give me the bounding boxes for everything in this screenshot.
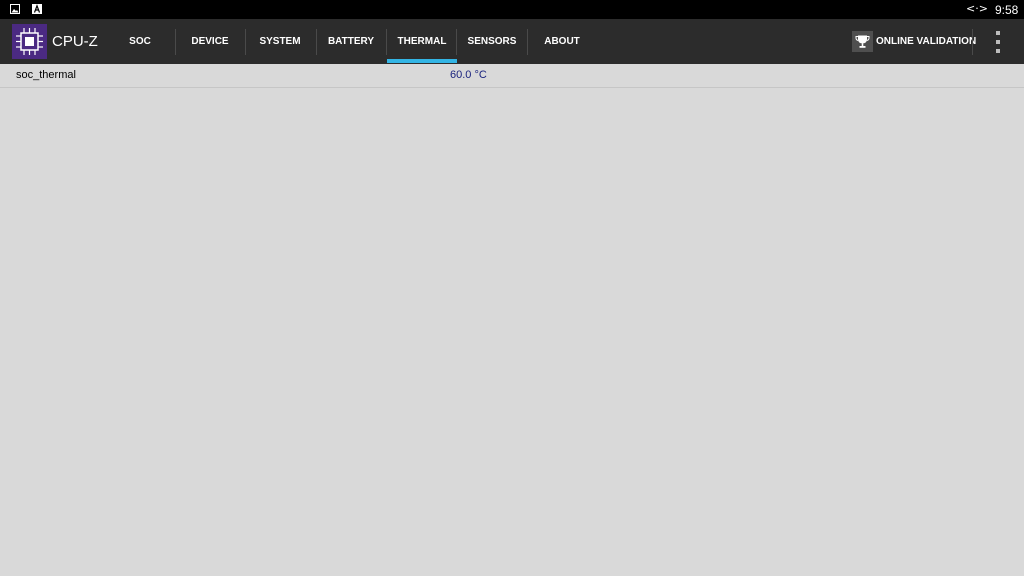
- action-divider: [972, 29, 973, 55]
- gallery-icon: [10, 4, 20, 14]
- thermal-panel: soc_thermal 60.0 °C: [0, 64, 1024, 576]
- status-time: 9:58: [995, 3, 1019, 17]
- tab-sensors[interactable]: SENSORS: [457, 19, 527, 64]
- a-icon: [32, 4, 42, 14]
- trophy-icon: [852, 30, 873, 52]
- tab-battery[interactable]: BATTERY: [316, 19, 386, 64]
- network-icon: <·>: [966, 2, 988, 15]
- active-tab-indicator: [387, 59, 457, 63]
- tab-about[interactable]: ABOUT: [527, 19, 597, 64]
- thermal-zone-value: 60.0 °C: [450, 69, 487, 81]
- thermal-zone-label: soc_thermal: [16, 69, 76, 81]
- app-bar: CPU-Z SOC DEVICE SYSTEM BATTERY THERMAL …: [0, 19, 1024, 64]
- overflow-menu-icon[interactable]: [990, 31, 1006, 53]
- status-bar: <·> 9:58: [0, 0, 1024, 19]
- cpu-chip-icon[interactable]: [12, 24, 47, 59]
- tab-device[interactable]: DEVICE: [175, 19, 245, 64]
- tab-system[interactable]: SYSTEM: [245, 19, 315, 64]
- online-validation-button[interactable]: ONLINE VALIDATION: [852, 30, 976, 52]
- thermal-row: soc_thermal 60.0 °C: [0, 64, 1024, 88]
- tab-thermal[interactable]: THERMAL: [387, 19, 457, 64]
- tab-soc[interactable]: SOC: [105, 19, 175, 64]
- online-validation-label: ONLINE VALIDATION: [876, 35, 977, 47]
- app-title: CPU-Z: [52, 33, 98, 50]
